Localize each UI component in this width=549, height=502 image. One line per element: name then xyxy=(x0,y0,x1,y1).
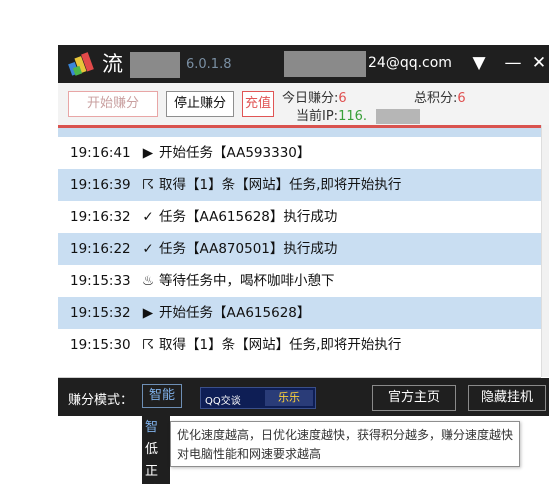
hide-to-tray-button[interactable]: 隐藏挂机 xyxy=(468,385,546,411)
log-message: 取得【1】条【网站】任务,即将开始执行 xyxy=(159,337,402,353)
redacted-block xyxy=(376,109,420,124)
mode-label: 赚分模式： xyxy=(68,393,134,408)
mode-dropdown-list: 智 低 正常 xyxy=(142,416,170,499)
list-item: 19:16:39 ☈ 取得【1】条【网站】任务,即将开始执行 xyxy=(58,169,541,201)
app-logo-icon xyxy=(68,52,94,76)
mode-option-normal[interactable]: 正常 xyxy=(145,462,169,502)
mode-option-low[interactable]: 低 xyxy=(145,440,169,460)
log-time: 19:16:22 xyxy=(70,241,131,257)
list-item: 19:15:32 ▶ 开始任务【AA615628】 xyxy=(58,297,541,329)
current-ip-value: 116. xyxy=(338,109,368,124)
bottom-bar: 赚分模式： 智能 QQ交谈 乐乐 官方主页 隐藏挂机 xyxy=(58,378,549,416)
flag-icon: ☈ xyxy=(141,337,155,353)
flag-icon: ☈ xyxy=(141,177,155,193)
play-icon: ▶ xyxy=(142,145,154,161)
account-email: 24@qq.com xyxy=(368,55,452,71)
log-message: 任务【AA870501】执行成功 xyxy=(159,241,338,257)
log-time: 19:16:32 xyxy=(70,209,131,225)
list-item-partial xyxy=(58,125,541,137)
title-bar[interactable]: 流 6.0.1.8 24@qq.com ▼ — ✕ xyxy=(58,45,549,83)
log-scrollbar[interactable] xyxy=(541,125,549,377)
log-message: 任务【AA615628】执行成功 xyxy=(159,209,338,225)
app-window: 流 6.0.1.8 24@qq.com ▼ — ✕ 开始赚分 停止赚分 充值 今… xyxy=(58,45,549,499)
current-ip: 当前IP:116. xyxy=(296,105,367,124)
mode-option-smart[interactable]: 智 xyxy=(145,418,169,438)
task-log-list: 19:16:41 ▶ 开始任务【AA593330】 19:16:39 ☈ 取得【… xyxy=(58,125,541,378)
app-name: 流 xyxy=(102,52,123,76)
total-points-value: 6 xyxy=(457,91,466,106)
mode-tooltip: 优化速度越高，日优化速度越快，获得积分越多，赚分速度越快对电脑性能和网速要求越高 xyxy=(170,421,520,467)
log-time: 19:16:39 xyxy=(70,177,131,193)
qq-chat-button[interactable]: QQ交谈 乐乐 xyxy=(200,387,316,409)
total-points-label: 总积分: xyxy=(414,91,458,106)
mode-select[interactable]: 智能 xyxy=(142,384,182,408)
today-points: 今日赚分:6 xyxy=(282,87,347,106)
today-points-value: 6 xyxy=(338,91,347,106)
log-message: 开始任务【AA615628】 xyxy=(159,305,311,321)
log-message: 等待任务中，喝杯咖啡小憩下 xyxy=(159,273,335,289)
list-item: 19:16:22 ✓ 任务【AA870501】执行成功 xyxy=(58,233,541,265)
log-message: 开始任务【AA593330】 xyxy=(159,145,311,161)
list-item: 19:16:41 ▶ 开始任务【AA593330】 xyxy=(58,137,541,169)
stop-earning-button[interactable]: 停止赚分 xyxy=(166,91,234,117)
log-time: 19:15:30 xyxy=(70,337,131,353)
close-button[interactable]: ✕ xyxy=(528,51,549,75)
list-item: 19:16:32 ✓ 任务【AA615628】执行成功 xyxy=(58,201,541,233)
redacted-block xyxy=(130,52,180,78)
minimize-button[interactable]: — xyxy=(502,51,524,75)
check-icon: ✓ xyxy=(142,209,154,225)
qq-contact-name: 乐乐 xyxy=(265,390,313,406)
today-points-label: 今日赚分: xyxy=(282,91,339,106)
version-label: 6.0.1.8 xyxy=(186,57,232,72)
menu-dropdown-icon[interactable]: ▼ xyxy=(468,51,490,75)
list-item: 19:15:33 ♨ 等待任务中，喝杯咖啡小憩下 xyxy=(58,265,541,297)
log-time: 19:15:33 xyxy=(70,273,131,289)
log-message: 取得【1】条【网站】任务,即将开始执行 xyxy=(159,177,402,193)
log-time: 19:16:41 xyxy=(70,145,131,161)
redacted-block xyxy=(284,51,366,77)
coffee-icon: ♨ xyxy=(141,273,155,289)
error-marker xyxy=(58,125,541,128)
total-points: 总积分:6 xyxy=(414,87,466,106)
qq-chat-label: QQ交谈 xyxy=(205,396,241,407)
toolbar: 开始赚分 停止赚分 充值 今日赚分:6 总积分:6 当前IP:116. xyxy=(58,83,549,125)
start-earning-button[interactable]: 开始赚分 xyxy=(68,91,158,117)
play-icon: ▶ xyxy=(142,305,154,321)
log-time: 19:15:32 xyxy=(70,305,131,321)
current-ip-label: 当前IP: xyxy=(296,109,339,124)
list-item: 19:15:30 ☈ 取得【1】条【网站】任务,即将开始执行 xyxy=(58,329,541,361)
official-home-button[interactable]: 官方主页 xyxy=(372,385,456,411)
check-icon: ✓ xyxy=(142,241,154,257)
recharge-button[interactable]: 充值 xyxy=(242,91,274,117)
